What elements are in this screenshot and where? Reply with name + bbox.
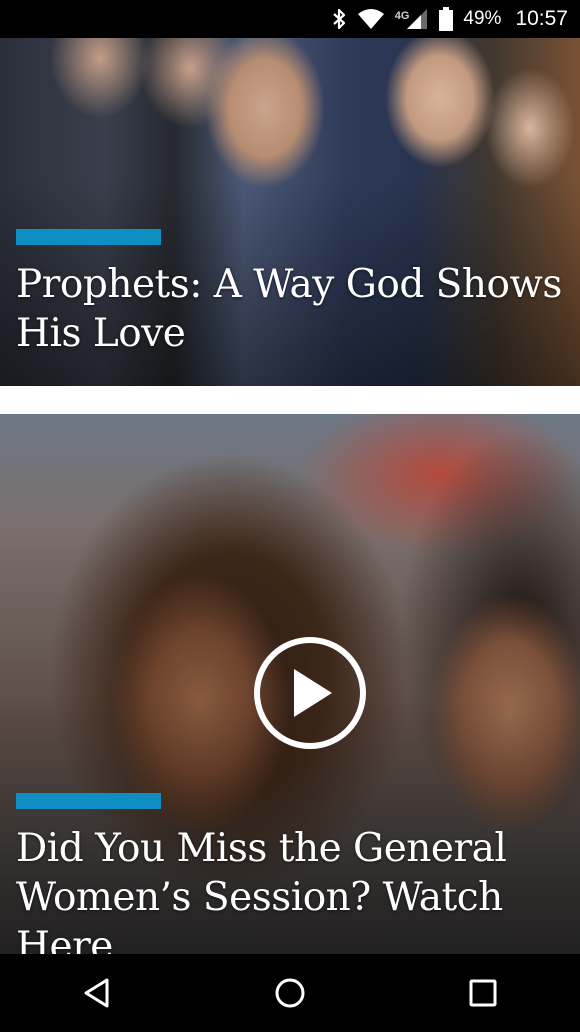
back-button[interactable] — [57, 963, 137, 1023]
wifi-icon — [357, 8, 385, 30]
bluetooth-icon — [331, 8, 347, 30]
status-bar: 4G 49% 10:57 — [0, 0, 580, 38]
recents-icon — [469, 979, 497, 1007]
home-icon — [275, 978, 305, 1008]
navigation-bar — [0, 954, 580, 1032]
video-card[interactable]: Did You Miss the General Women’s Session… — [0, 414, 580, 954]
video-title: Did You Miss the General Women’s Session… — [16, 826, 507, 954]
clock-time: 10:57 — [515, 7, 568, 30]
home-button[interactable] — [250, 963, 330, 1023]
battery-percent: 49% — [463, 8, 502, 29]
cell-signal-icon: 4G — [395, 8, 430, 30]
play-icon — [294, 669, 332, 717]
screen: 4G 49% 10:57 Prophets: A Way God Shows H… — [0, 0, 580, 1032]
back-icon — [84, 978, 109, 1008]
content-feed: Prophets: A Way God Shows His Love Did Y… — [0, 38, 580, 954]
battery-icon — [439, 7, 454, 31]
accent-bar — [16, 793, 161, 809]
play-button[interactable] — [254, 637, 366, 749]
article-card[interactable]: Prophets: A Way God Shows His Love — [0, 38, 580, 386]
recents-button[interactable] — [443, 963, 523, 1023]
article-title: Prophets: A Way God Shows His Love — [16, 262, 562, 356]
accent-bar — [16, 229, 161, 245]
